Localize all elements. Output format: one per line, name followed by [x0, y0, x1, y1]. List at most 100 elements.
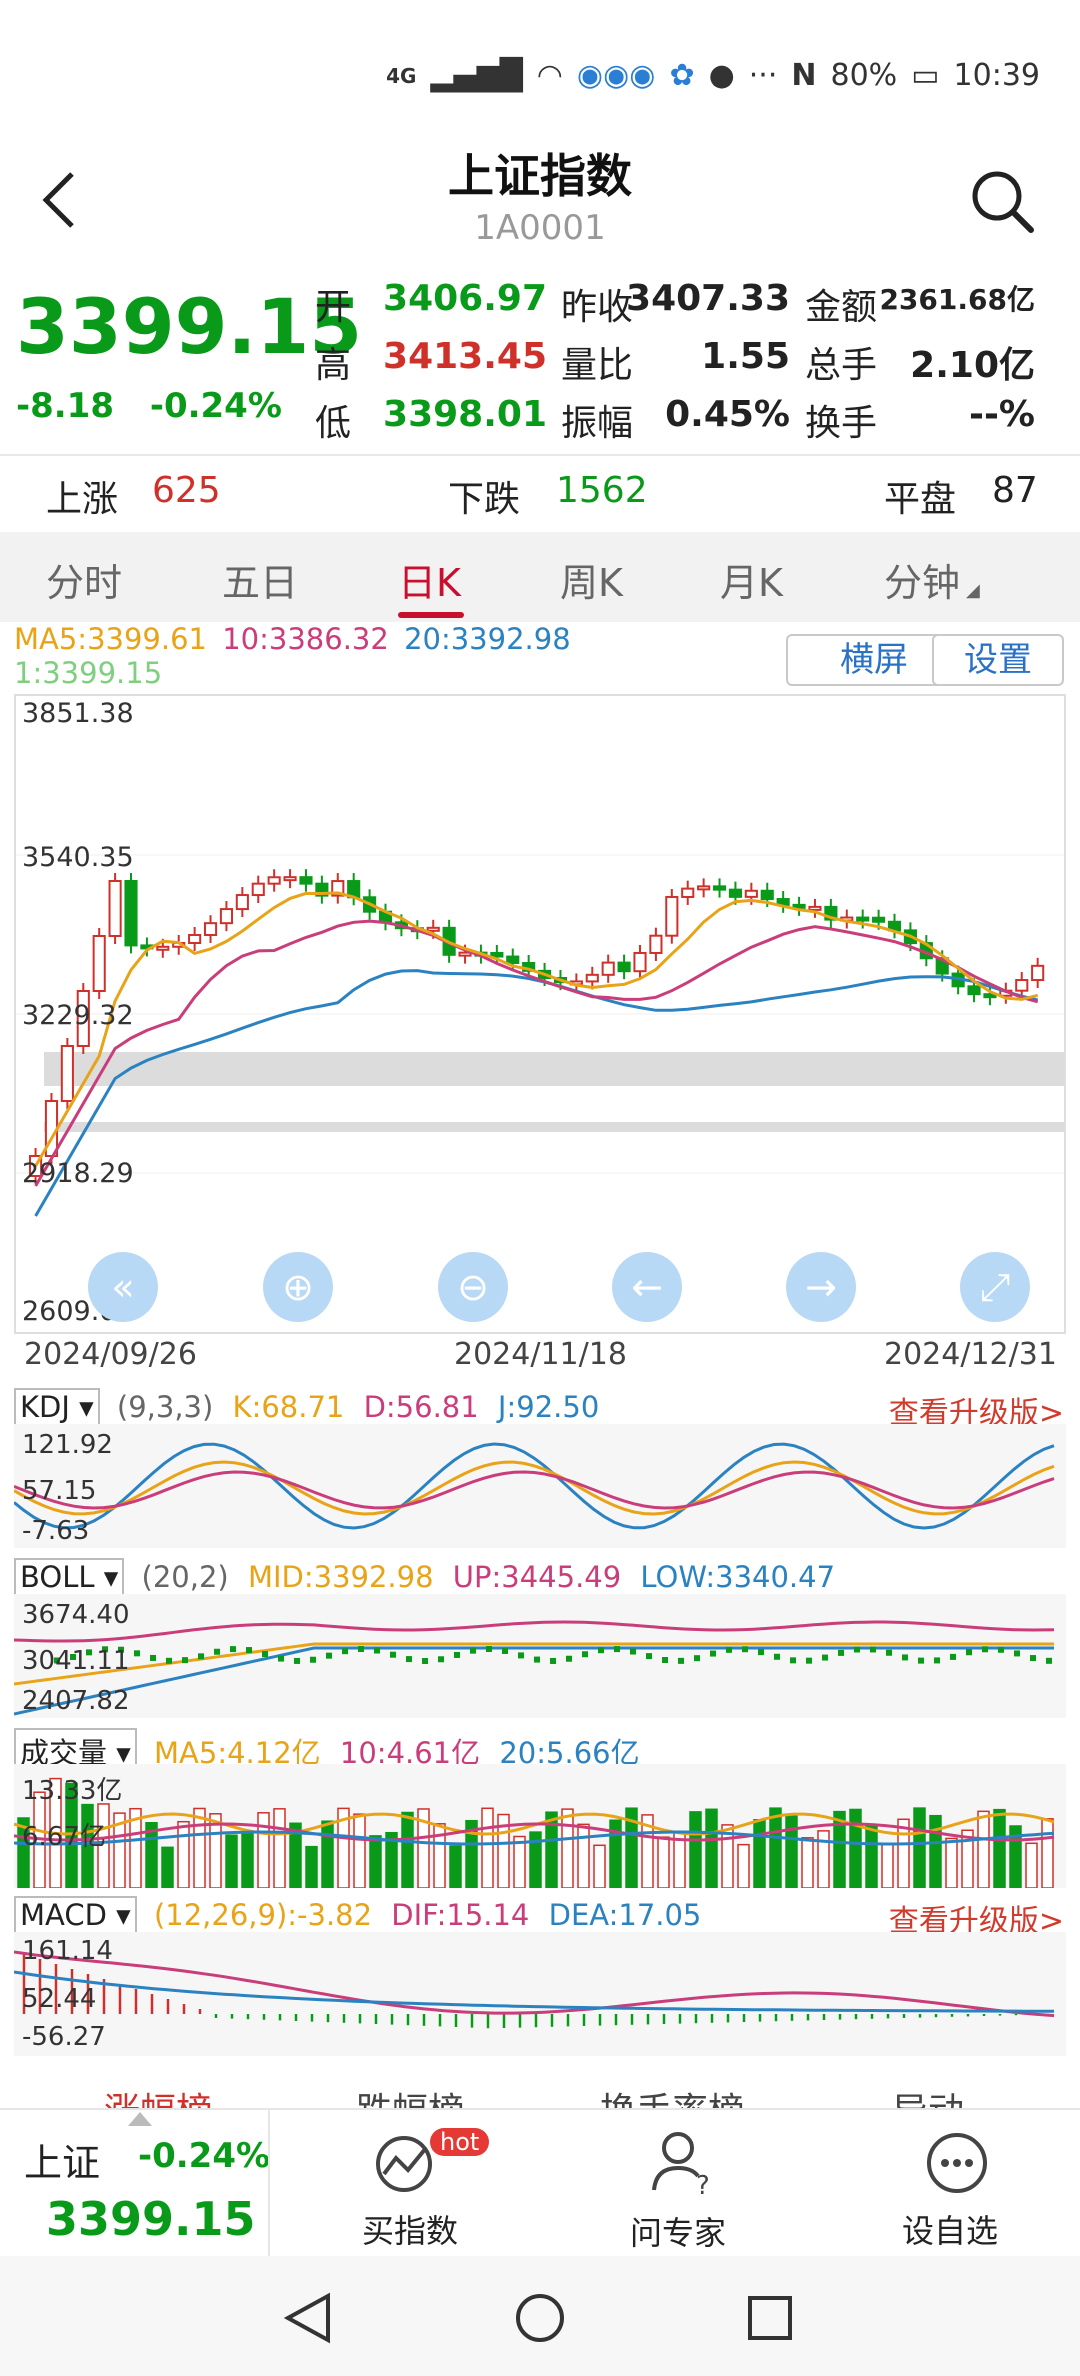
- nav-home-icon[interactable]: [514, 2292, 566, 2344]
- buy-index-button[interactable]: hot 买指数: [340, 2128, 490, 2250]
- divider: [0, 454, 1080, 456]
- more-circle-icon: [927, 2133, 987, 2193]
- boll-y-mid: 3041.11: [22, 1646, 130, 1676]
- kline-svg: [16, 854, 1064, 1217]
- candle-body: [633, 951, 647, 973]
- zoom-out-icon[interactable]: ⊖: [438, 1252, 508, 1322]
- volume-bar: [705, 1808, 718, 1889]
- nfc-icon: N: [791, 58, 817, 93]
- boll-candle: [294, 1657, 300, 1664]
- settings-button[interactable]: 设置: [932, 634, 1064, 686]
- expert-icon: ?: [652, 2132, 710, 2198]
- fullscreen-icon[interactable]: ⤢: [960, 1252, 1030, 1322]
- boll-candle: [854, 1646, 860, 1653]
- change-value: -8.18: [16, 386, 114, 426]
- kdj-header: KDJ ▾ (9,3,3) K:68.71 D:56.81 J:92.50: [14, 1388, 599, 1426]
- volume-bar: [801, 1837, 814, 1889]
- quote-label: 高: [315, 345, 352, 386]
- boll-candle: [566, 1655, 572, 1662]
- boll-selector[interactable]: BOLL ▾: [14, 1558, 125, 1596]
- boll-candle: [630, 1648, 636, 1655]
- tab-minute[interactable]: 分钟 ◢: [884, 552, 980, 607]
- tab-five-day[interactable]: 五日: [222, 552, 298, 607]
- tab-losers[interactable]: 跌幅榜: [356, 2082, 464, 2108]
- boll-candle: [998, 1646, 1004, 1653]
- nav-back-icon[interactable]: [284, 2292, 332, 2344]
- boll-candle: [774, 1653, 780, 1660]
- kdj-selector[interactable]: KDJ ▾: [14, 1388, 100, 1426]
- boll-candle: [438, 1656, 444, 1663]
- scroll-left-fast-icon[interactable]: «: [88, 1252, 158, 1322]
- boll-low: LOW:3340.47: [640, 1560, 836, 1594]
- quote-label: 开: [315, 287, 352, 328]
- volume-bar: [913, 1807, 926, 1889]
- boll-candle: [198, 1653, 204, 1660]
- boll-mid-line: [13, 1642, 1054, 1686]
- zoom-in-icon[interactable]: ⊕: [263, 1252, 333, 1322]
- dropdown-icon: ◢: [966, 580, 980, 601]
- indicator-line: [13, 1442, 1055, 1530]
- boll-candle: [662, 1656, 668, 1663]
- macd-y-mid: 52.44: [22, 1984, 97, 2014]
- kdj-y-top: 121.92: [22, 1430, 113, 1460]
- boll-candle: [758, 1649, 764, 1656]
- up-count: 625: [152, 470, 221, 511]
- macd-selector[interactable]: MACD ▾: [14, 1896, 137, 1934]
- candle-body: [728, 888, 743, 898]
- candle-body: [108, 880, 122, 937]
- scroll-right-icon[interactable]: →: [786, 1252, 856, 1322]
- boll-header: BOLL ▾ (20,2) MID:3392.98 UP:3445.49 LOW…: [14, 1558, 835, 1596]
- tab-daily-k[interactable]: 日K: [398, 552, 461, 607]
- candle-body: [665, 895, 679, 937]
- boll-y-top: 3674.40: [22, 1600, 130, 1630]
- volume-bar: [849, 1808, 862, 1889]
- boll-candle: [214, 1648, 220, 1655]
- tab-turnover[interactable]: 换手率榜: [600, 2082, 744, 2108]
- candle-body: [601, 961, 615, 976]
- macd-dif: DIF:15.14: [391, 1898, 530, 1932]
- boll-candle: [1014, 1650, 1020, 1657]
- system-nav-bar: [0, 2256, 1080, 2376]
- current-price: 3399.15: [16, 282, 363, 371]
- collapse-arrow-icon[interactable]: [128, 2112, 152, 2126]
- boll-candle: [694, 1655, 700, 1662]
- volume-bar: [561, 1808, 574, 1889]
- tab-weekly-k[interactable]: 周K: [560, 552, 623, 607]
- tab-movers[interactable]: 异动: [892, 2082, 964, 2108]
- candle-body: [156, 945, 170, 951]
- candle-body: [760, 889, 774, 901]
- volume-y-mid: 6.67亿: [22, 1822, 106, 1852]
- boll-candle: [342, 1648, 348, 1655]
- nav-recents-icon[interactable]: [746, 2294, 794, 2342]
- volume-bar: [881, 1843, 894, 1889]
- x-label-end: 2024/12/31: [884, 1337, 1057, 1372]
- boll-mid: MID:3392.98: [247, 1560, 434, 1594]
- boll-candle: [246, 1647, 252, 1654]
- volume-bar: [657, 1836, 670, 1889]
- quote-value: 0.45%: [665, 394, 790, 435]
- kline-chart[interactable]: [14, 694, 1066, 1334]
- macd-dea: DEA:17.05: [548, 1898, 702, 1932]
- ma-legend: MA5:3399.61 10:3386.32 20:3392.98 1:3399…: [14, 622, 571, 690]
- boll-candle: [870, 1646, 876, 1653]
- tab-gainers[interactable]: 涨幅榜: [104, 2082, 212, 2108]
- add-watchlist-button[interactable]: 设自选: [896, 2128, 1016, 2250]
- scroll-left-icon[interactable]: ←: [612, 1252, 682, 1322]
- candle-body: [649, 934, 663, 954]
- boll-candle: [534, 1656, 540, 1663]
- app-notification-icon: ◉◉◉: [576, 58, 656, 93]
- ask-expert-button[interactable]: ? 问专家: [620, 2128, 740, 2252]
- y-label-3: 3229.32: [22, 1000, 134, 1031]
- boll-candle: [886, 1649, 892, 1656]
- volume-bar: [689, 1811, 702, 1889]
- page-title: 上证指数: [448, 149, 632, 203]
- search-icon[interactable]: [969, 168, 1035, 234]
- boll-candle: [406, 1656, 412, 1663]
- tab-intraday[interactable]: 分时: [46, 552, 122, 607]
- boll-candle: [486, 1646, 492, 1653]
- quote-row: 高 3413.45 量比 1.55 总手 2.10亿: [315, 336, 1060, 394]
- candle-body: [712, 885, 727, 891]
- boll-candle: [390, 1651, 396, 1658]
- tab-monthly-k[interactable]: 月K: [720, 552, 783, 607]
- volume-bar: [929, 1814, 942, 1889]
